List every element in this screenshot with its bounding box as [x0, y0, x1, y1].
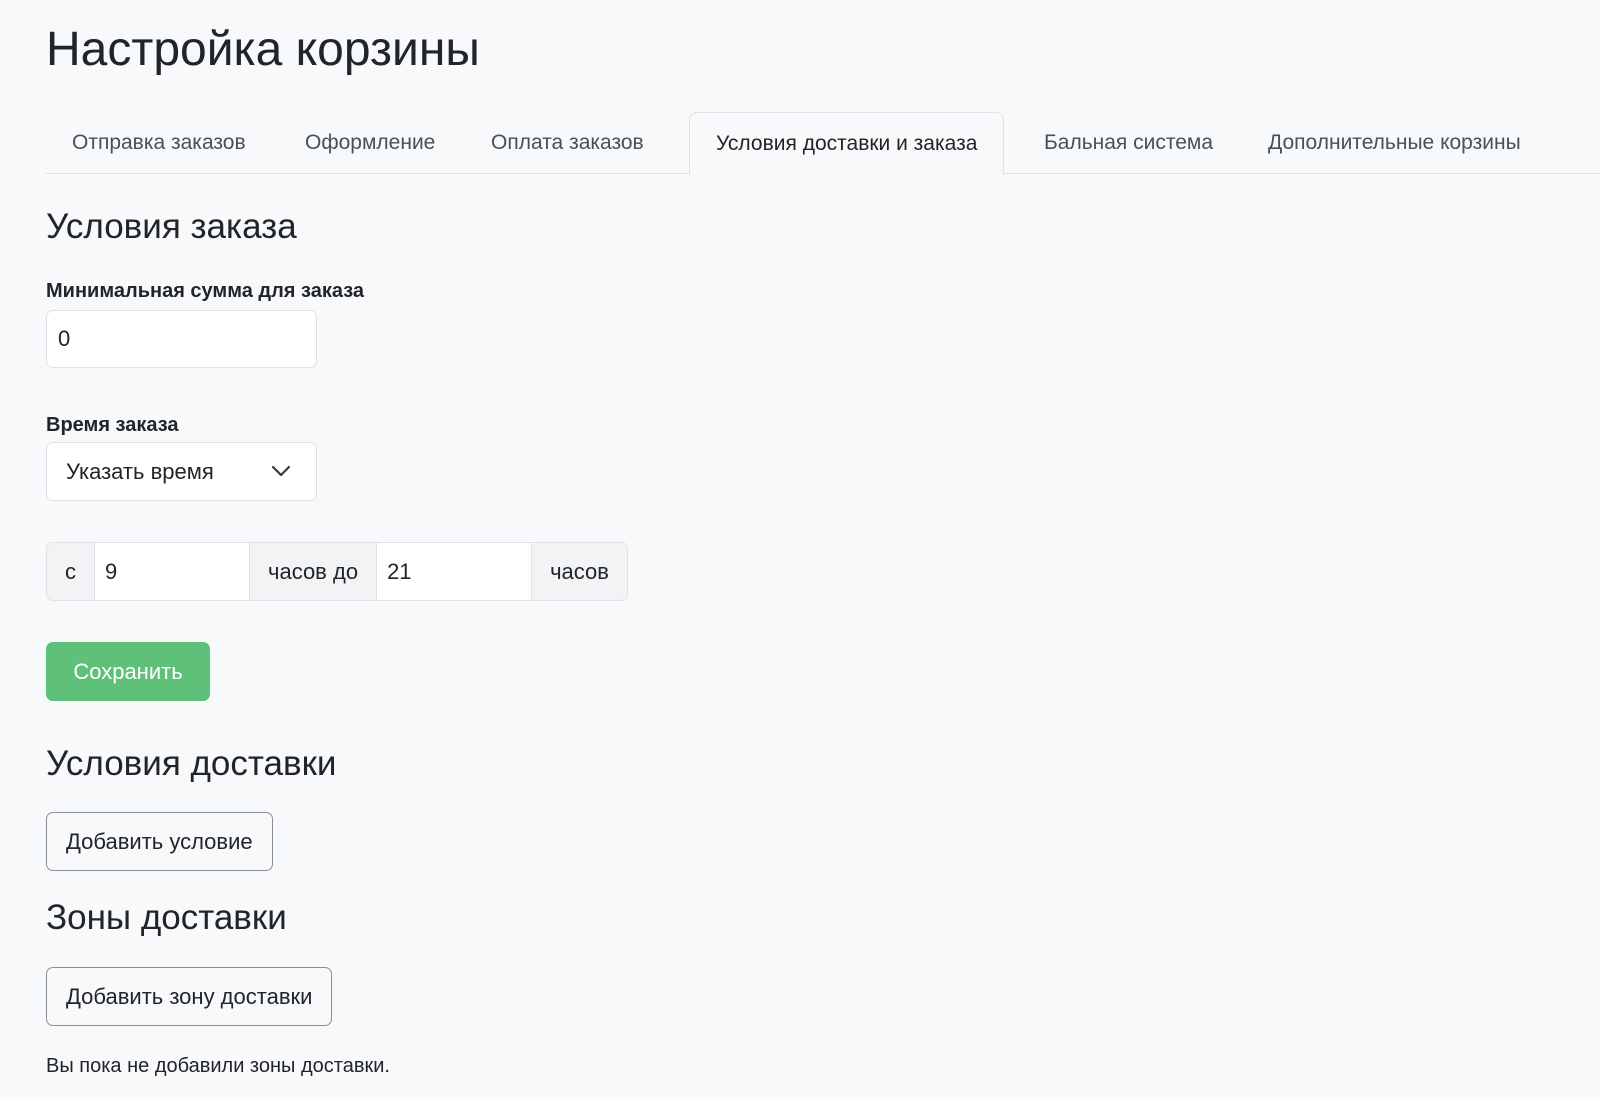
- tab-design[interactable]: Оформление: [279, 112, 461, 174]
- tab-additional-carts[interactable]: Дополнительные корзины: [1242, 112, 1547, 174]
- order-time-selected-value: Указать время: [66, 459, 214, 484]
- tab-order-sending[interactable]: Отправка заказов: [46, 112, 272, 174]
- save-button[interactable]: Сохранить: [46, 642, 210, 701]
- cart-settings-page: Настройка корзины Отправка заказов Оформ…: [0, 0, 1600, 1099]
- page-title: Настройка корзины: [46, 23, 480, 76]
- min-sum-input[interactable]: 0: [46, 310, 317, 368]
- from-prefix: с: [47, 543, 94, 600]
- hours-suffix: часов: [532, 543, 627, 600]
- from-hour-input[interactable]: 9: [94, 543, 250, 600]
- to-hour-input[interactable]: 21: [376, 543, 533, 600]
- middle-text: часов до: [250, 543, 377, 600]
- order-time-select[interactable]: Указать время: [46, 442, 317, 501]
- delivery-zones-title: Зоны доставки: [46, 898, 287, 937]
- empty-zones-message: Вы пока не добавили зоны доставки.: [46, 1055, 390, 1077]
- delivery-conditions-title: Условия доставки: [46, 744, 337, 783]
- tab-order-payment[interactable]: Оплата заказов: [465, 112, 670, 174]
- add-delivery-zone-button[interactable]: Добавить зону доставки: [46, 967, 333, 1026]
- tab-points-system[interactable]: Бальная система: [1018, 112, 1239, 174]
- chevron-down-icon: [271, 465, 291, 477]
- order-time-range: с 9 часов до 21 часов: [46, 542, 628, 601]
- order-conditions-title: Условия заказа: [46, 207, 297, 246]
- order-time-label: Время заказа: [46, 414, 179, 436]
- min-sum-label: Минимальная сумма для заказа: [46, 280, 365, 302]
- tab-delivery-and-order-conditions[interactable]: Условия доставки и заказа: [689, 112, 1005, 175]
- add-condition-button[interactable]: Добавить условие: [46, 812, 273, 871]
- settings-tabs: Отправка заказов Оформление Оплата заказ…: [46, 112, 1600, 175]
